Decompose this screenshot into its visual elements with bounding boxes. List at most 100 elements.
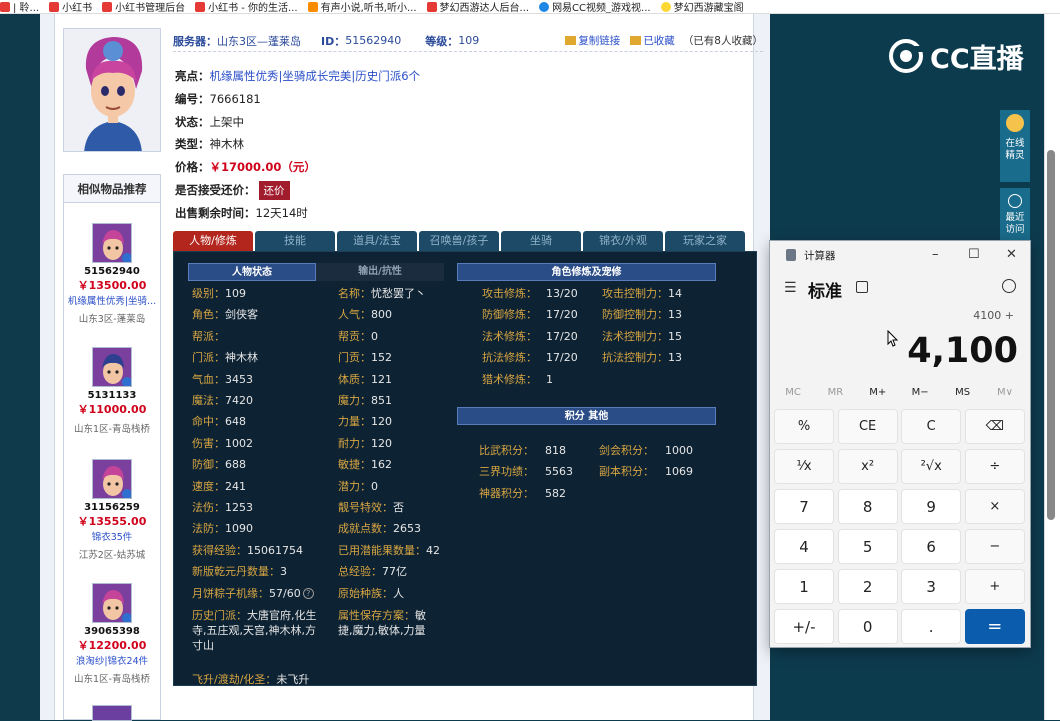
similar-item-desc[interactable]: 机缘属性优秀|坐骑... — [64, 293, 160, 307]
bookmark-item[interactable]: 小红书管理后台 — [102, 0, 185, 13]
stat-row: 法伤：1253 — [192, 500, 253, 516]
calc-key[interactable]: % — [774, 409, 834, 444]
similar-item-server: 山东1区-青岛栈桥 — [74, 424, 150, 435]
calc-key[interactable]: +/- — [774, 609, 834, 644]
bookmark-item[interactable]: 小红书 — [49, 0, 92, 13]
calc-key[interactable]: ⌫ — [964, 409, 1025, 444]
stat-key: 伤害： — [192, 436, 225, 450]
subtab-status[interactable]: 人物状态 — [188, 263, 316, 281]
tab-6[interactable]: 玩家之家 — [665, 231, 745, 251]
copy-link-icon — [565, 36, 577, 45]
tab-0[interactable]: 人物/修炼 — [173, 231, 253, 251]
memory-button[interactable]: MS — [943, 387, 983, 398]
similar-item[interactable]: 39065398 ￥12200.00 浪淘纱|锦衣24件 山东1区-青岛栈桥 — [64, 583, 160, 685]
listing-content: 服务器： 山东3区—蓬莱岛 ID： 51562940 等级： 109 复制链接 … — [54, 14, 763, 721]
stat-value: 1 — [546, 372, 553, 386]
calc-key[interactable]: CE — [837, 409, 898, 444]
calc-key[interactable]: ¹⁄x — [774, 449, 834, 484]
tab-5[interactable]: 锦衣/外观 — [583, 231, 663, 251]
calc-key[interactable]: 8 — [837, 489, 898, 524]
bookmark-item[interactable]: 小红书 - 你的生活... — [195, 0, 298, 13]
memory-button[interactable]: M− — [900, 387, 940, 398]
stat-key: 法术修炼： — [482, 329, 537, 343]
calc-key[interactable]: C — [901, 409, 962, 444]
cultivation-row: 抗法修炼： 17/20 抗法控制力：13 — [482, 350, 682, 366]
stat-row: 获得经验：15061754 — [192, 543, 303, 559]
history-icon[interactable] — [1002, 279, 1016, 293]
copy-link-button[interactable]: 复制链接 — [578, 33, 620, 48]
status-line: 状态：上架中 — [175, 115, 244, 129]
recent-visits-button[interactable]: 最近 访问 — [1000, 188, 1030, 240]
stat-row: 原始种族：人 — [338, 586, 404, 602]
mouse-cursor-icon — [887, 330, 899, 347]
stat-key: 抗法控制力： — [602, 351, 668, 365]
minimize-icon[interactable]: – — [932, 247, 939, 262]
calc-key[interactable]: 7 — [774, 489, 834, 524]
stat-value: 神木林 — [225, 351, 258, 365]
similar-item-thumbnail[interactable] — [92, 459, 132, 499]
bookmark-label: 梦幻西游达人后台... — [439, 3, 530, 14]
calc-key[interactable]: ÷ — [964, 449, 1025, 484]
counter-offer-button[interactable]: 还价 — [258, 181, 290, 200]
calc-key[interactable]: ²√x — [901, 449, 962, 484]
stat-key: 速度： — [192, 479, 225, 493]
menu-icon[interactable]: ☰ — [784, 280, 797, 296]
bookmark-item[interactable]: | 聆... — [0, 0, 39, 13]
bookmark-item[interactable]: 网易CC视频_游戏视... — [539, 0, 651, 13]
similar-item-thumbnail[interactable] — [92, 223, 132, 263]
calc-key[interactable]: + — [964, 569, 1025, 604]
memory-button[interactable]: M∨ — [985, 387, 1025, 398]
calc-key[interactable]: × — [964, 489, 1025, 524]
close-icon[interactable]: ✕ — [1006, 247, 1017, 262]
calc-key[interactable]: − — [964, 529, 1025, 564]
calc-key[interactable]: 5 — [837, 529, 898, 564]
similar-item[interactable]: 5131133 ￥11000.00 山东1区-青岛栈桥 — [64, 347, 160, 435]
similar-item-thumbnail[interactable] — [92, 705, 132, 721]
calc-key[interactable]: 4 — [774, 529, 834, 564]
help-icon[interactable]: ? — [302, 588, 314, 600]
similar-item-desc[interactable]: 浪淘纱|锦衣24件 — [64, 653, 160, 667]
calc-key[interactable]: 3 — [901, 569, 962, 604]
similar-item-desc[interactable]: 锦衣35件 — [64, 529, 160, 543]
calc-key[interactable]: 2 — [837, 569, 898, 604]
memory-button[interactable]: M+ — [858, 387, 898, 398]
calc-key[interactable]: 0 — [837, 609, 898, 644]
tab-1[interactable]: 技能 — [255, 231, 335, 251]
calc-key[interactable]: . — [901, 609, 962, 644]
similar-item[interactable]: 31156259 ￥13555.00 锦衣35件 江苏2区-姑苏城 — [64, 459, 160, 561]
xhs-icon — [102, 1, 113, 12]
calc-key[interactable]: 6 — [901, 529, 962, 564]
favorite-button[interactable]: 已收藏 — [643, 33, 675, 48]
calc-key[interactable]: = — [964, 609, 1025, 644]
calc-key[interactable]: x² — [837, 449, 898, 484]
similar-item[interactable] — [64, 705, 160, 721]
tab-4[interactable]: 坐骑 — [501, 231, 581, 251]
memory-button[interactable]: MC — [773, 387, 813, 398]
similar-item-thumbnail[interactable] — [92, 347, 132, 387]
stat-key: 魔法： — [192, 394, 225, 407]
maximize-icon[interactable]: ☐ — [968, 247, 980, 262]
similar-item-thumbnail[interactable] — [92, 583, 132, 623]
cultivation-title: 角色修炼及宠修 — [457, 263, 716, 281]
subtab-output[interactable]: 输出/抗性 — [316, 263, 444, 281]
bookmark-item[interactable]: 梦幻西游达人后台... — [426, 0, 530, 14]
online-sprite-button[interactable]: 在线 精灵 — [1000, 110, 1030, 182]
memory-button[interactable]: MR — [815, 387, 855, 398]
tab-3[interactable]: 召唤兽/孩子 — [419, 231, 499, 251]
similar-item-price: ￥11000.00 — [77, 403, 147, 416]
tab-2[interactable]: 道具/法宝 — [337, 231, 417, 251]
stat-key: 帮贡： — [338, 329, 371, 343]
server-value: 山东3区—蓬莱岛 — [217, 34, 301, 48]
calc-key[interactable]: 9 — [901, 489, 962, 524]
keep-on-top-icon[interactable] — [856, 281, 868, 293]
bookmark-item[interactable]: 有声小说,听书,听小... — [307, 0, 417, 14]
calc-key[interactable]: 1 — [774, 569, 834, 604]
calculator-titlebar: 计算器 – ☐ ✕ — [770, 241, 1030, 269]
bookmark-label: 有声小说,听书,听小... — [320, 3, 417, 14]
bookmark-item[interactable]: 梦幻西游藏宝阁 — [660, 0, 744, 13]
highlights-value[interactable]: 机缘属性优秀|坐骑成长完美|历史门派6个 — [210, 69, 421, 83]
similar-item[interactable]: 51562940 ￥13500.00 机缘属性优秀|坐骑... 山东3区-蓬莱岛 — [64, 223, 160, 325]
favorite-icon — [630, 36, 642, 45]
scrollbar-thumb[interactable] — [1047, 150, 1055, 520]
stat-key: 已用潜能果数量： — [338, 543, 426, 557]
